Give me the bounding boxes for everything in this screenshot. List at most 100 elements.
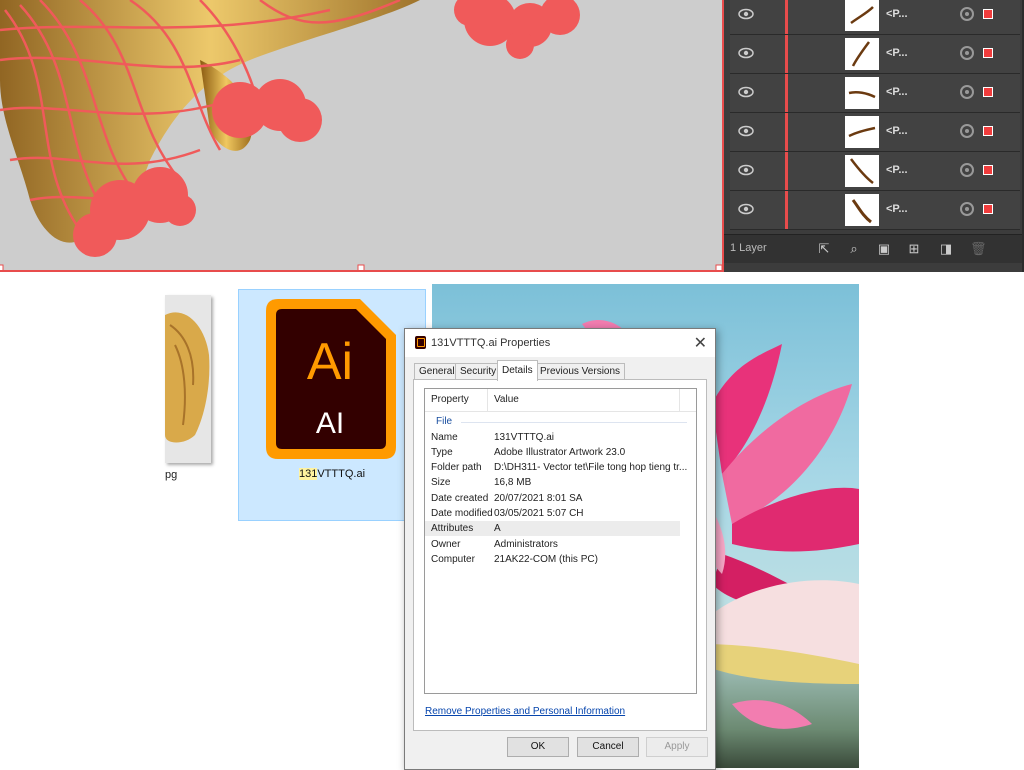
eye-icon[interactable]: [738, 203, 754, 215]
property-value: 20/07/2021 8:01 SA: [494, 493, 583, 504]
illustrator-file-icon: Ai AI: [266, 299, 396, 459]
layer-thumbnail: [845, 116, 879, 148]
layer-count: 1 Layer: [730, 242, 767, 254]
close-icon[interactable]: ✕: [694, 333, 707, 353]
export-icon[interactable]: ⇱: [816, 241, 832, 257]
property-key: Type: [431, 447, 453, 458]
layer-color-bar: [785, 152, 788, 190]
file-label-rest: VTTTQ.ai: [317, 468, 366, 480]
property-value: Administrators: [494, 539, 558, 550]
dialog-title-bar[interactable]: 131VTTTQ.ai Properties ✕: [405, 329, 715, 357]
column-divider[interactable]: [679, 389, 680, 411]
layer-thumbnail: [845, 38, 879, 70]
property-value: 16,8 MB: [494, 477, 532, 488]
property-key: Attributes: [431, 523, 474, 534]
property-key: Owner: [431, 539, 461, 550]
illustrator-small-icon: [415, 336, 426, 349]
dialog-title: 131VTTTQ.ai Properties: [431, 337, 551, 349]
new-sublayer-icon[interactable]: ⊞: [906, 241, 922, 257]
property-value: D:\DH311- Vector tet\File tong hop tieng…: [494, 462, 688, 473]
eye-icon[interactable]: [738, 86, 754, 98]
layer-row[interactable]: <P...: [730, 74, 1020, 113]
property-row[interactable]: Name 131VTTTQ.ai: [425, 430, 680, 445]
layer-thumbnail: [845, 0, 879, 31]
tiger-jpg-thumbnail[interactable]: [165, 295, 211, 463]
artboard-canvas[interactable]: [0, 0, 724, 272]
tab-security[interactable]: Security: [455, 363, 502, 380]
target-circle-icon[interactable]: [960, 202, 974, 216]
selection-square-icon[interactable]: [983, 9, 993, 19]
target-circle-icon[interactable]: [960, 85, 974, 99]
target-circle-icon[interactable]: [960, 163, 974, 177]
properties-list[interactable]: Property Value File Name 131VTTTQ.ai Type…: [424, 388, 697, 694]
layer-row[interactable]: <P...: [730, 0, 1020, 35]
new-layer-icon[interactable]: ◨: [938, 241, 954, 257]
layer-color-bar: [785, 0, 788, 34]
trash-icon[interactable]: 🗑: [970, 241, 987, 257]
selection-square-icon[interactable]: [983, 48, 993, 58]
property-value: Adobe Illustrator Artwork 23.0: [494, 447, 626, 458]
search-icon[interactable]: ⌕: [846, 241, 862, 257]
selection-square-icon[interactable]: [983, 126, 993, 136]
property-key: Folder path: [431, 462, 482, 473]
selection-square-icon[interactable]: [983, 87, 993, 97]
property-key: Computer: [431, 554, 475, 565]
column-divider[interactable]: [487, 389, 488, 411]
layer-row[interactable]: <P...: [730, 35, 1020, 74]
target-circle-icon[interactable]: [960, 7, 974, 21]
property-row[interactable]: Folder path D:\DH311- Vector tet\File ton…: [425, 460, 687, 475]
property-row[interactable]: Size 16,8 MB: [425, 475, 680, 490]
column-value-header[interactable]: Value: [494, 394, 519, 405]
property-value: 21AK22-COM (this PC): [494, 554, 598, 565]
column-property-header[interactable]: Property: [431, 394, 469, 405]
target-circle-icon[interactable]: [960, 46, 974, 60]
layer-row[interactable]: <P...: [730, 191, 1020, 230]
eye-icon[interactable]: [738, 125, 754, 137]
tab-previous-versions[interactable]: Previous Versions: [535, 363, 626, 380]
layers-panel: <P... <P... <P... <P... <P... <P... 1 La…: [724, 0, 1022, 272]
ai-icon-small-text: AI: [316, 407, 344, 440]
ok-button[interactable]: OK: [507, 737, 569, 757]
layer-color-bar: [785, 74, 788, 112]
group-divider: [461, 422, 687, 423]
tiger-thumbnail-image: [165, 295, 211, 463]
target-circle-icon[interactable]: [960, 124, 974, 138]
ai-file-label[interactable]: 131VTTTQ.ai: [238, 468, 426, 480]
layer-row[interactable]: <P...: [730, 152, 1020, 191]
layer-color-bar: [785, 191, 788, 229]
property-value: A: [494, 523, 501, 534]
layer-name: <P...: [886, 8, 908, 20]
remove-properties-link[interactable]: Remove Properties and Personal Informati…: [425, 706, 625, 717]
property-row[interactable]: Date modified 03/05/2021 5:07 CH: [425, 506, 680, 521]
layer-thumbnail: [845, 77, 879, 109]
selection-square-icon[interactable]: [983, 204, 993, 214]
selection-square-icon[interactable]: [983, 165, 993, 175]
property-value: 03/05/2021 5:07 CH: [494, 508, 584, 519]
property-key: Name: [431, 432, 458, 443]
illustrator-workspace: <P... <P... <P... <P... <P... <P... 1 La…: [0, 0, 1024, 272]
clipping-mask-icon[interactable]: ▣: [876, 241, 892, 257]
file-label[interactable]: pg: [165, 469, 177, 481]
property-key: Date created: [431, 493, 489, 504]
tab-details[interactable]: Details: [497, 360, 538, 381]
eye-icon[interactable]: [738, 47, 754, 59]
property-row[interactable]: Owner Administrators: [425, 537, 680, 552]
layer-color-bar: [785, 35, 788, 73]
layer-row[interactable]: <P...: [730, 113, 1020, 152]
tiger-wireframe-artwork: [0, 0, 722, 270]
property-row-selected[interactable]: Attributes A: [425, 521, 680, 536]
eye-icon[interactable]: [738, 8, 754, 20]
property-row[interactable]: Computer 21AK22-COM (this PC): [425, 552, 680, 567]
cancel-button[interactable]: Cancel: [577, 737, 639, 757]
property-row[interactable]: Date created 20/07/2021 8:01 SA: [425, 491, 680, 506]
apply-button[interactable]: Apply: [646, 737, 708, 757]
properties-dialog: 131VTTTQ.ai Properties ✕ General Securit…: [404, 328, 716, 770]
layer-name: <P...: [886, 47, 908, 59]
layer-name: <P...: [886, 164, 908, 176]
details-tab-panel: Property Value File Name 131VTTTQ.ai Type…: [413, 379, 707, 731]
tab-general[interactable]: General: [414, 363, 460, 380]
group-header-file: File: [436, 416, 453, 427]
ai-icon-big-text: Ai: [307, 333, 353, 391]
property-row[interactable]: Type Adobe Illustrator Artwork 23.0: [425, 445, 680, 460]
eye-icon[interactable]: [738, 164, 754, 176]
